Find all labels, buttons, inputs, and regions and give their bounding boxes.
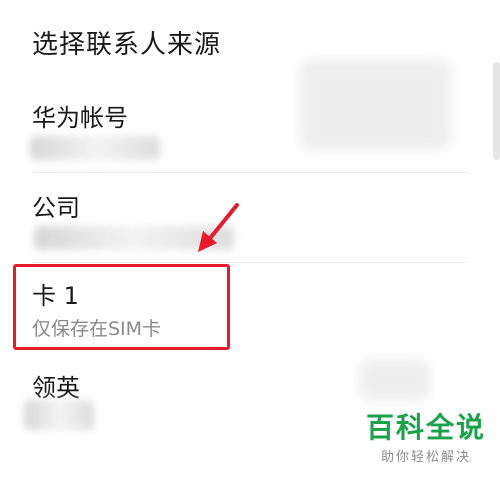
watermark: 百科全说 助你轻松解决 <box>362 411 490 466</box>
watermark-brand: 百科全说 <box>365 411 486 444</box>
watermark-slogan: 助你轻松解决 <box>380 450 471 465</box>
annotation-arrow <box>198 203 239 252</box>
